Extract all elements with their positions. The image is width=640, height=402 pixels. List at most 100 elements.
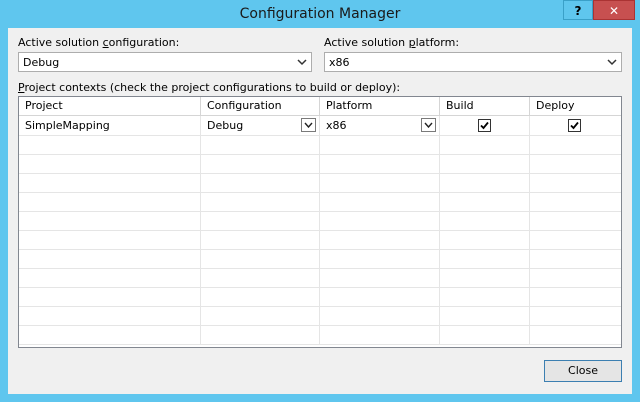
column-header-deploy[interactable]: Deploy: [530, 97, 621, 115]
empty-row: [19, 230, 621, 250]
empty-cell: [320, 154, 440, 173]
deploy-cell: [530, 116, 621, 135]
empty-cell: [440, 268, 530, 287]
title-bar: Configuration Manager ? ✕: [0, 0, 640, 28]
active-platform-label: Active solution platform:: [324, 36, 460, 49]
checkmark-icon: [480, 121, 489, 130]
build-checkbox[interactable]: [478, 119, 491, 132]
empty-cell: [440, 135, 530, 154]
active-config-value: Debug: [23, 56, 60, 69]
empty-cell: [320, 192, 440, 211]
empty-cell: [530, 154, 621, 173]
platform-dropdown-button[interactable]: [421, 118, 436, 132]
empty-cell: [440, 249, 530, 268]
close-button[interactable]: Close: [544, 360, 622, 382]
active-platform-value: x86: [329, 56, 350, 69]
platform-value: x86: [326, 119, 347, 132]
checkmark-icon: [570, 121, 579, 130]
empty-cell: [19, 325, 201, 344]
empty-cell: [530, 230, 621, 249]
empty-cell: [440, 230, 530, 249]
column-header-build[interactable]: Build: [440, 97, 530, 115]
empty-row: [19, 306, 621, 326]
column-header-platform[interactable]: Platform: [320, 97, 440, 115]
empty-cell: [19, 230, 201, 249]
empty-cell: [320, 325, 440, 344]
empty-cell: [440, 306, 530, 325]
platform-cell[interactable]: x86: [320, 116, 440, 135]
chevron-down-icon: [304, 122, 313, 128]
build-cell: [440, 116, 530, 135]
empty-cell: [530, 249, 621, 268]
empty-cell: [19, 268, 201, 287]
empty-cell: [201, 173, 320, 192]
empty-cell: [320, 306, 440, 325]
empty-cell: [201, 306, 320, 325]
chevron-down-icon: [297, 59, 307, 66]
empty-cell: [440, 154, 530, 173]
empty-cell: [19, 211, 201, 230]
empty-cell: [320, 135, 440, 154]
project-contexts-grid: Project Configuration Platform Build Dep…: [18, 96, 622, 348]
deploy-checkbox[interactable]: [568, 119, 581, 132]
empty-cell: [320, 249, 440, 268]
empty-cell: [530, 211, 621, 230]
empty-cell: [320, 173, 440, 192]
empty-cell: [19, 249, 201, 268]
empty-cell: [19, 173, 201, 192]
empty-cell: [201, 211, 320, 230]
empty-cell: [440, 211, 530, 230]
empty-cell: [530, 268, 621, 287]
project-contexts-label: Project contexts (check the project conf…: [18, 81, 401, 94]
column-header-project[interactable]: Project: [19, 97, 201, 115]
empty-cell: [19, 192, 201, 211]
empty-row: [19, 154, 621, 174]
configuration-manager-window: Configuration Manager ? ✕ Active solutio…: [0, 0, 640, 402]
empty-cell: [530, 173, 621, 192]
empty-cell: [19, 306, 201, 325]
empty-cell: [530, 306, 621, 325]
configuration-cell[interactable]: Debug: [201, 116, 320, 135]
empty-cell: [440, 287, 530, 306]
active-platform-dropdown[interactable]: x86: [324, 52, 622, 72]
empty-row: [19, 325, 621, 345]
empty-row: [19, 173, 621, 193]
active-config-dropdown[interactable]: Debug: [18, 52, 312, 72]
empty-cell: [530, 135, 621, 154]
empty-cell: [320, 268, 440, 287]
empty-row: [19, 249, 621, 269]
empty-cell: [19, 154, 201, 173]
empty-cell: [530, 325, 621, 344]
empty-cell: [201, 325, 320, 344]
empty-cell: [320, 211, 440, 230]
empty-cell: [201, 154, 320, 173]
empty-cell: [320, 287, 440, 306]
chevron-down-icon: [607, 59, 617, 66]
empty-cell: [440, 192, 530, 211]
empty-cell: [201, 268, 320, 287]
empty-cell: [320, 230, 440, 249]
window-close-button[interactable]: ✕: [593, 0, 635, 20]
configuration-dropdown-button[interactable]: [301, 118, 316, 132]
empty-row: [19, 135, 621, 155]
column-header-configuration[interactable]: Configuration: [201, 97, 320, 115]
empty-row: [19, 287, 621, 307]
table-row: SimpleMapping Debug x86: [19, 116, 621, 136]
empty-cell: [440, 325, 530, 344]
chevron-down-icon: [424, 122, 433, 128]
empty-cell: [19, 287, 201, 306]
project-name-cell: SimpleMapping: [19, 116, 201, 135]
help-button[interactable]: ?: [563, 0, 593, 20]
grid-header: Project Configuration Platform Build Dep…: [19, 97, 621, 116]
empty-cell: [530, 192, 621, 211]
empty-cell: [201, 230, 320, 249]
empty-cell: [201, 135, 320, 154]
active-config-label: Active solution configuration:: [18, 36, 180, 49]
configuration-value: Debug: [207, 119, 244, 132]
empty-cell: [19, 135, 201, 154]
empty-row: [19, 192, 621, 212]
empty-cell: [201, 192, 320, 211]
empty-cell: [530, 287, 621, 306]
empty-cell: [440, 173, 530, 192]
empty-row: [19, 268, 621, 288]
